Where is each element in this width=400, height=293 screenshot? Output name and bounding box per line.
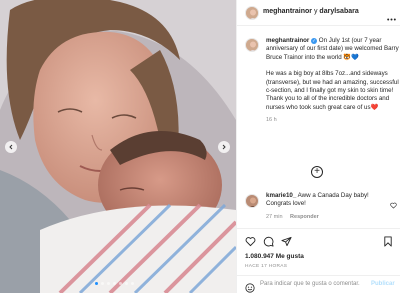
heart-icon — [245, 237, 256, 247]
caption-timestamp[interactable]: 16 h — [266, 116, 400, 124]
post-image — [0, 0, 236, 293]
carousel-prev-button[interactable] — [5, 141, 17, 153]
comment-icon — [263, 236, 274, 247]
heart-icon — [390, 202, 397, 209]
carousel-dot — [113, 282, 116, 285]
emoji-button[interactable] — [245, 280, 255, 293]
commenter-avatar[interactable] — [245, 194, 259, 208]
post-authors: meghantrainor y darylsabara — [263, 8, 359, 15]
comment-button[interactable] — [263, 236, 274, 247]
caption-username[interactable]: meghantrainor — [266, 37, 309, 44]
like-count[interactable]: 1.080.947 Me gusta — [245, 253, 304, 260]
avatar-image — [246, 39, 258, 51]
comment-meta: 27 min Responder — [266, 214, 319, 220]
post-details-panel: meghantrainor y darylsabara meghantraino… — [236, 0, 400, 293]
carousel-dot — [101, 282, 104, 285]
comment-timestamp[interactable]: 27 min — [266, 214, 283, 220]
post-header: meghantrainor y darylsabara — [237, 0, 400, 26]
publish-button[interactable]: Publicar — [371, 281, 395, 287]
post-photo[interactable] — [0, 0, 236, 293]
author-avatar[interactable] — [245, 6, 259, 20]
smiley-icon — [245, 283, 255, 293]
plus-circle-icon: + — [314, 166, 320, 177]
chevron-right-icon — [222, 144, 226, 150]
carousel-dot — [125, 282, 128, 285]
caption-emoji-1: 🐯💙 — [343, 53, 359, 61]
bookmark-icon — [384, 236, 392, 247]
more-options-icon — [387, 18, 396, 21]
verified-badge-icon: ✓ — [311, 38, 318, 44]
share-button[interactable] — [281, 236, 292, 247]
post-actions — [237, 228, 400, 252]
carousel-dot — [95, 282, 98, 285]
avatar-image — [246, 195, 258, 207]
paper-plane-icon — [281, 236, 292, 247]
like-button[interactable] — [245, 236, 256, 247]
carousel-dot — [119, 282, 122, 285]
author-link[interactable]: meghantrainor — [263, 8, 312, 15]
comment-like-button[interactable] — [390, 196, 397, 214]
caption-avatar[interactable] — [245, 38, 259, 52]
caption-emoji-2: ❤️ — [370, 103, 379, 111]
comment-text: kmarie10_ Aww a Canada Day baby! Congrat… — [266, 192, 384, 209]
more-options-button[interactable] — [387, 8, 396, 26]
comment-username[interactable]: kmarie10_ — [266, 192, 296, 199]
carousel-dot — [107, 282, 110, 285]
caption-paragraph-2: He was a big boy at 8lbs 7oz...and sidew… — [266, 70, 399, 111]
carousel-next-button[interactable] — [218, 141, 230, 153]
comments-scroll-area[interactable]: meghantrainor ✓ On July 1st (our 7 year … — [237, 26, 400, 228]
load-more-comments-button[interactable]: + — [311, 166, 323, 178]
add-comment-bar: Para indicar que te gusta o comentar. Pu… — [237, 275, 400, 293]
carousel-indicator — [95, 282, 134, 285]
caption-text: meghantrainor ✓ On July 1st (our 7 year … — [266, 37, 400, 125]
authors-joiner: y — [313, 8, 318, 15]
reply-button[interactable]: Responder — [290, 214, 319, 220]
save-button[interactable] — [383, 236, 393, 247]
carousel-dot — [131, 282, 134, 285]
post-timestamp[interactable]: HACE 17 HORAS — [245, 264, 287, 269]
avatar-image — [246, 7, 258, 19]
comment-input[interactable]: Para indicar que te gusta o comentar. — [260, 281, 360, 287]
chevron-left-icon — [9, 144, 13, 150]
coauthor-link[interactable]: darylsabara — [319, 8, 358, 15]
